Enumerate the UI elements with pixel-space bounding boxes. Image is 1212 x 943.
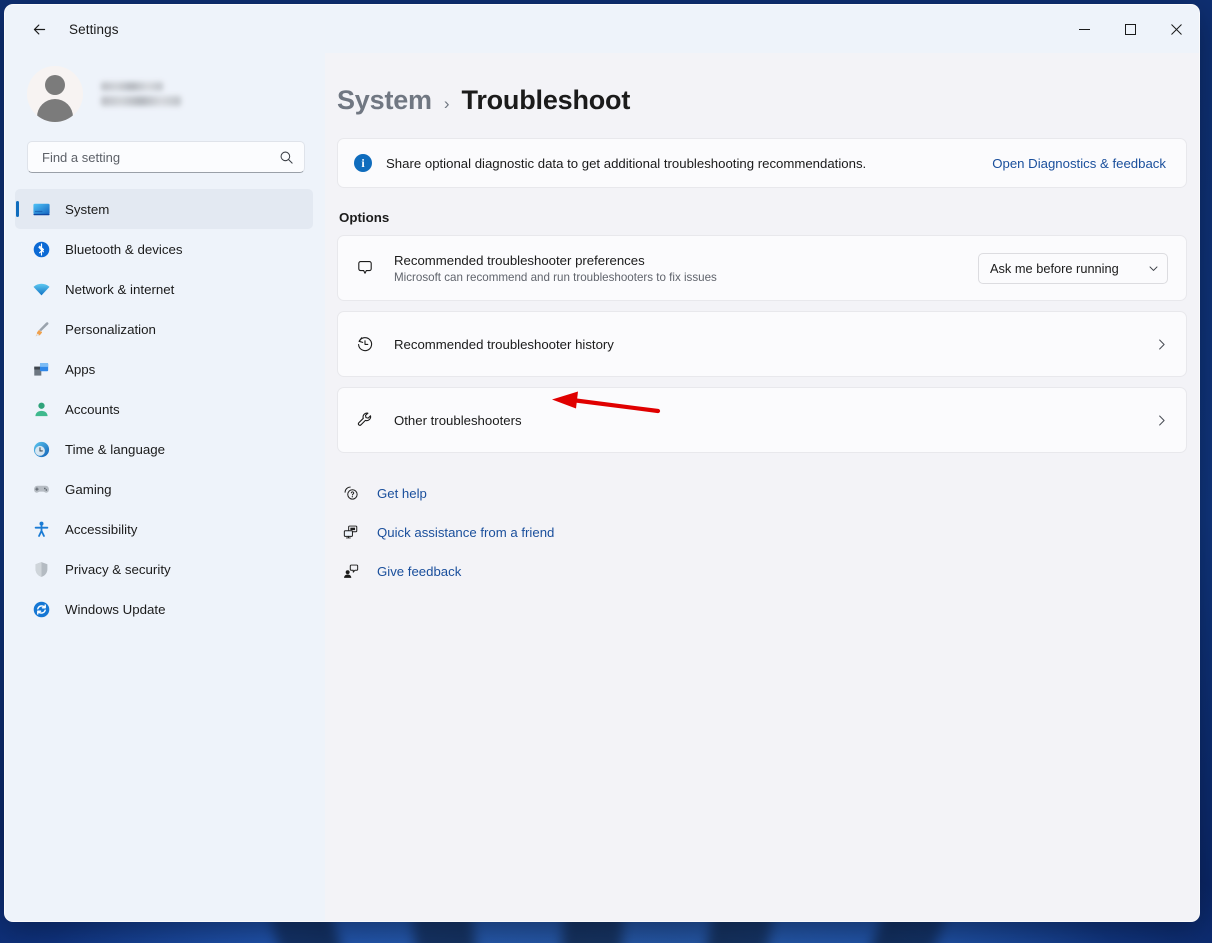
title-bar: Settings (5, 5, 1199, 53)
maximize-button[interactable] (1107, 5, 1153, 53)
update-refresh-icon (31, 599, 51, 619)
bluetooth-icon (31, 239, 51, 259)
page-title: Troubleshoot (461, 85, 631, 115)
sidebar-item-label: Network & internet (65, 281, 175, 297)
chevron-down-icon (1148, 263, 1159, 274)
sidebar-item-accessibility[interactable]: Accessibility (15, 509, 313, 549)
row-text: Recommended troubleshooter preferences M… (394, 253, 960, 284)
other-troubleshooters-row[interactable]: Other troubleshooters (337, 387, 1187, 453)
sidebar-item-label: Apps (65, 361, 96, 377)
breadcrumb-separator-icon: › (443, 94, 450, 113)
sidebar-item-label: Windows Update (65, 601, 166, 617)
minimize-icon (1078, 28, 1090, 30)
app-title: Settings (69, 21, 119, 37)
help-question-icon (341, 483, 361, 503)
wifi-icon (31, 279, 51, 299)
row-title: Other troubleshooters (394, 412, 522, 428)
help-links: Get help Quick assistance from a friend (337, 483, 1171, 581)
sidebar: System Bluetooth & devices (5, 53, 325, 921)
account-email-redacted (101, 96, 181, 106)
open-diagnostics-feedback-link[interactable]: Open Diagnostics & feedback (992, 156, 1166, 171)
avatar-head (45, 75, 65, 95)
chevron-right-icon[interactable] (1155, 338, 1168, 351)
options-heading: Options (339, 210, 390, 225)
recommended-troubleshooter-preferences-row: Recommended troubleshooter preferences M… (337, 235, 1187, 301)
account-name-redacted (101, 82, 163, 91)
apps-grid-icon (31, 359, 51, 379)
recommended-troubleshooter-history-row[interactable]: Recommended troubleshooter history (337, 311, 1187, 377)
paintbrush-icon (31, 319, 51, 339)
shield-icon (31, 559, 51, 579)
settings-window: Settings Find a setting System Bluetooth… (4, 4, 1200, 922)
search-box[interactable] (27, 141, 305, 173)
avatar-shoulders (37, 99, 73, 122)
sidebar-item-label: Time & language (65, 441, 166, 457)
clock-globe-icon (31, 439, 51, 459)
history-clock-icon (354, 333, 376, 355)
diagnostic-info-banner: i Share optional diagnostic data to get … (337, 138, 1187, 188)
title-bar-left: Settings (5, 13, 119, 45)
back-button[interactable] (23, 13, 55, 45)
feedback-person-icon (341, 561, 361, 581)
sidebar-item-accounts[interactable]: Accounts (15, 389, 313, 429)
link-label[interactable]: Quick assistance from a friend (377, 525, 554, 540)
sidebar-item-label: Bluetooth & devices (65, 241, 183, 257)
sidebar-item-label: Accounts (65, 401, 120, 417)
chevron-right-icon[interactable] (1155, 414, 1168, 427)
accessibility-person-icon (31, 519, 51, 539)
info-circle-icon: i (354, 154, 372, 172)
close-button[interactable] (1153, 5, 1199, 53)
row-title: Recommended troubleshooter history (394, 336, 614, 352)
breadcrumb: System › Troubleshoot (337, 75, 1171, 138)
search-icon[interactable] (279, 150, 294, 165)
link-label[interactable]: Give feedback (377, 564, 461, 579)
sidebar-item-label: Accessibility (65, 521, 138, 537)
gamepad-icon (31, 479, 51, 499)
sidebar-item-system[interactable]: System (15, 189, 313, 229)
chat-bubble-icon (354, 257, 376, 279)
row-text: Recommended troubleshooter history (394, 337, 1137, 352)
sidebar-item-apps[interactable]: Apps (15, 349, 313, 389)
wrench-icon (354, 409, 376, 431)
breadcrumb-root[interactable]: System (337, 85, 432, 116)
sidebar-nav: System Bluetooth & devices Network & int… (5, 183, 325, 629)
back-arrow-icon (33, 24, 45, 34)
account-text (101, 82, 181, 106)
person-icon (31, 399, 51, 419)
sidebar-item-privacy-security[interactable]: Privacy & security (15, 549, 313, 589)
account-block[interactable] (5, 53, 325, 129)
recommended-troubleshooter-preferences-dropdown[interactable]: Ask me before running (978, 252, 1168, 284)
sidebar-item-personalization[interactable]: Personalization (15, 309, 313, 349)
row-text: Other troubleshooters (394, 413, 1137, 428)
sidebar-item-label: System (65, 201, 110, 217)
sidebar-item-bluetooth-devices[interactable]: Bluetooth & devices (15, 229, 313, 269)
info-banner-text: Share optional diagnostic data to get ad… (386, 155, 867, 171)
maximize-icon (1124, 23, 1136, 35)
caption-buttons (1061, 5, 1199, 53)
main-content: System › Troubleshoot i Share optional d… (325, 53, 1199, 921)
search-input[interactable] (40, 148, 279, 166)
sidebar-item-network-internet[interactable]: Network & internet (15, 269, 313, 309)
sidebar-item-windows-update[interactable]: Windows Update (15, 589, 313, 629)
link-label[interactable]: Get help (377, 486, 427, 501)
quick-assist-link-row[interactable]: Quick assistance from a friend (341, 522, 1171, 542)
avatar (27, 66, 83, 122)
sidebar-item-time-language[interactable]: Time & language (15, 429, 313, 469)
remote-monitors-icon (341, 522, 361, 542)
sidebar-item-label: Gaming (65, 481, 112, 497)
sidebar-item-gaming[interactable]: Gaming (15, 469, 313, 509)
row-subtitle: Microsoft can recommend and run troubles… (394, 270, 717, 284)
row-title: Recommended troubleshooter preferences (394, 252, 645, 268)
window-body: System Bluetooth & devices (5, 53, 1199, 921)
dropdown-selected-value: Ask me before running (990, 260, 1119, 276)
search-wrapper (5, 129, 325, 183)
minimize-button[interactable] (1061, 5, 1107, 53)
sidebar-item-label: Personalization (65, 321, 156, 337)
system-monitor-icon (31, 199, 51, 219)
close-icon (1170, 23, 1182, 35)
give-feedback-link-row[interactable]: Give feedback (341, 561, 1171, 581)
get-help-link-row[interactable]: Get help (341, 483, 1171, 503)
sidebar-item-label: Privacy & security (65, 561, 171, 577)
